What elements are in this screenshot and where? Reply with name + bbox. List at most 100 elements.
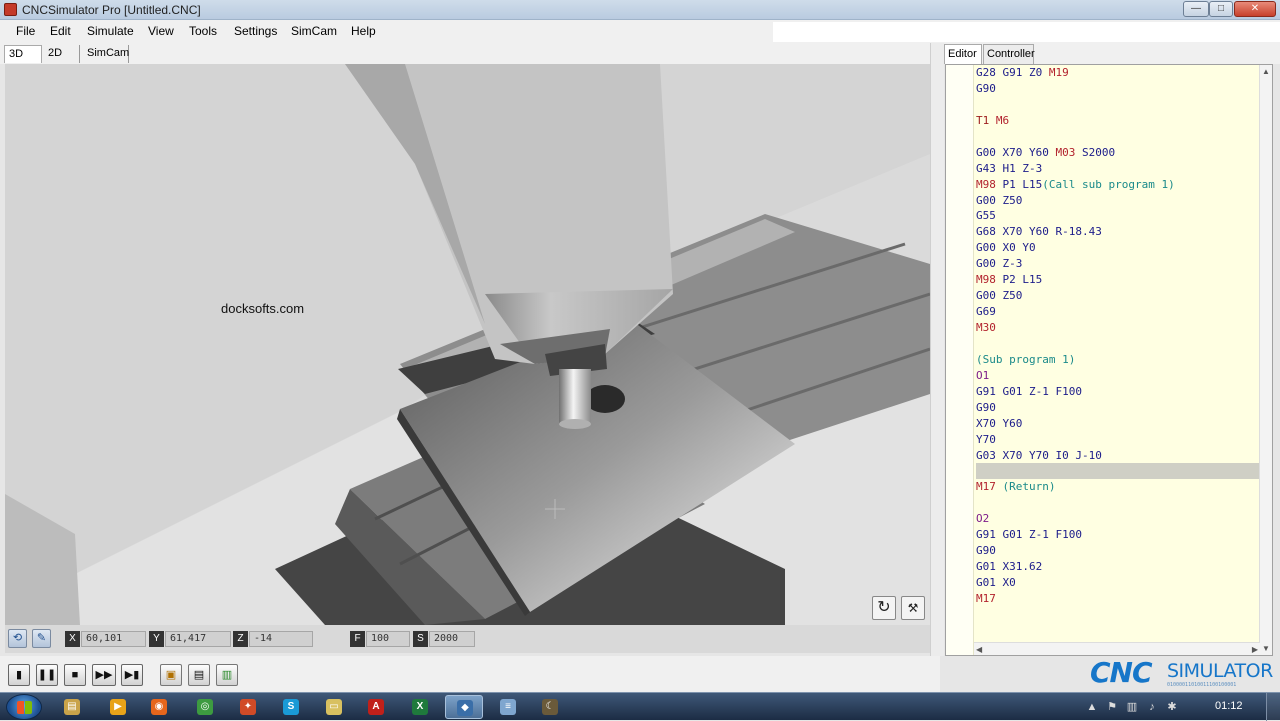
explorer-taskbar-icon[interactable]: ▤ [53, 695, 91, 719]
code-line[interactable]: G01 X0 [976, 575, 1261, 591]
code-line[interactable]: X70 Y60 [976, 416, 1261, 432]
code-line[interactable]: Y70 [976, 432, 1261, 448]
title-bar: CNCSimulator Pro [Untitled.CNC] — □ ✕ [0, 0, 1280, 20]
play-to-end-button[interactable]: ▶▮ [121, 664, 143, 686]
code-line[interactable]: M17 (Return) [976, 479, 1261, 495]
tool-1-button[interactable]: ▣ [160, 664, 182, 686]
code-line[interactable]: G01 X31.62 [976, 559, 1261, 575]
folder-taskbar-icon[interactable]: ▭ [315, 695, 353, 719]
code-line[interactable] [976, 495, 1261, 511]
cutting-tool [559, 369, 591, 424]
3d-viewport[interactable]: docksofts.com ↻ ⚒ [5, 64, 930, 625]
scroll-right-icon[interactable]: ▶ [1252, 645, 1258, 654]
code-line[interactable]: G91 G01 Z-1 F100 [976, 384, 1261, 400]
tool-3-button[interactable]: ▥ [216, 664, 238, 686]
skype-taskbar-icon[interactable]: S [272, 695, 310, 719]
step-button[interactable]: ▮ [8, 664, 30, 686]
tab-editor[interactable]: Editor [944, 44, 982, 64]
code-editor[interactable]: G28 G91 Z0 M19 G90 T1 M6 G00 X70 Y60 M03 S2… [945, 64, 1273, 656]
bluetooth-icon[interactable]: ✱ [1166, 701, 1178, 713]
minimize-button[interactable]: — [1183, 1, 1209, 17]
flag-icon[interactable]: ⚑ [1106, 701, 1118, 713]
menu-tools[interactable]: Tools [189, 24, 217, 38]
menu-edit[interactable]: Edit [50, 24, 71, 38]
code-line[interactable]: M98 P2 L15 [976, 272, 1261, 288]
firefox-taskbar-icon[interactable]: ◉ [140, 695, 178, 719]
code-line[interactable]: M30 [976, 320, 1261, 336]
show-desktop-button[interactable] [1266, 693, 1280, 721]
code-line[interactable]: T1 M6 [976, 113, 1261, 129]
code-line[interactable]: G55 [976, 208, 1261, 224]
code-line[interactable] [976, 97, 1261, 113]
code-line[interactable]: G03 X70 Y70 I0 J-10 [976, 448, 1261, 464]
code-line[interactable]: G00 Z-3 [976, 256, 1261, 272]
media-player-taskbar-icon[interactable]: ▶ [99, 695, 137, 719]
fast-forward-button[interactable]: ▶▶ [92, 664, 116, 686]
show-hidden-icons[interactable]: ▲ [1086, 701, 1098, 713]
code-line[interactable]: G00 X70 Y60 M03 S2000 [976, 145, 1261, 161]
maximize-button[interactable]: □ [1209, 1, 1233, 17]
volume-icon[interactable]: ♪ [1146, 701, 1158, 713]
horizontal-scrollbar[interactable]: ◀ ▶ [974, 642, 1260, 655]
code-line[interactable]: M17 [976, 591, 1261, 607]
coolant-button[interactable]: ⚒ [901, 596, 925, 620]
rotate-mode-icon[interactable]: ⟲ [8, 629, 27, 648]
code-line[interactable]: G28 G91 Z0 M19 [976, 65, 1261, 81]
code-line[interactable] [976, 463, 1261, 480]
code-line[interactable]: G91 G01 Z-1 F100 [976, 527, 1261, 543]
code-token: G90 [976, 81, 996, 95]
tab-controller[interactable]: Controller [983, 44, 1035, 64]
code-line[interactable]: G90 [976, 400, 1261, 416]
start-button[interactable] [6, 694, 42, 720]
code-token: P1 L15 [995, 177, 1043, 191]
code-line[interactable]: G43 H1 Z-3 [976, 161, 1261, 177]
tab-2d[interactable]: 2D [44, 45, 80, 63]
menu-view[interactable]: View [148, 24, 174, 38]
scroll-left-icon[interactable]: ◀ [976, 645, 982, 654]
code-line[interactable]: G68 X70 Y60 R-18.43 [976, 224, 1261, 240]
tool-2-button[interactable]: ▤ [188, 664, 210, 686]
reset-view-button[interactable]: ↻ [872, 596, 896, 620]
code-line[interactable]: (Sub program 1) [976, 352, 1261, 368]
code-line[interactable]: G00 X0 Y0 [976, 240, 1261, 256]
code-line[interactable]: G90 [976, 543, 1261, 559]
clock[interactable]: 01:12 [1215, 700, 1243, 712]
code-line[interactable]: G00 Z50 [976, 193, 1261, 209]
code-token: (Call sub program 1) [1042, 177, 1175, 191]
tab-simcam[interactable]: SimCam [83, 45, 129, 63]
acrobat-taskbar-icon[interactable]: A [357, 695, 395, 719]
menu-help[interactable]: Help [351, 24, 376, 38]
notepad-taskbar-icon[interactable]: ≡ [489, 695, 527, 719]
pause-button[interactable]: ❚❚ [36, 664, 58, 686]
pencil-icon[interactable]: ✎ [32, 629, 51, 648]
code-line[interactable]: O1 [976, 368, 1261, 384]
code-line[interactable] [976, 129, 1261, 145]
cncsimulator-taskbar-icon[interactable]: ◆ [445, 695, 483, 719]
network-icon[interactable]: ▥ [1126, 701, 1138, 713]
code-token: M98 [976, 273, 996, 287]
code-lines[interactable]: G28 G91 Z0 M19 G90 T1 M6 G00 X70 Y60 M03 S2… [976, 65, 1261, 607]
close-button[interactable]: ✕ [1234, 1, 1276, 17]
code-line[interactable]: G69 [976, 304, 1261, 320]
vertical-scrollbar[interactable]: ▲ ▼ [1259, 65, 1272, 655]
tab-3d[interactable]: 3D [4, 45, 42, 63]
scroll-up-icon[interactable]: ▲ [1262, 67, 1270, 76]
z-coordinate: Z -14 [233, 631, 313, 647]
menu-file[interactable]: File [16, 24, 35, 38]
panel-splitter[interactable] [930, 43, 944, 656]
menu-simcam[interactable]: SimCam [291, 24, 337, 38]
menu-simulate[interactable]: Simulate [87, 24, 134, 38]
app-taskbar-icon[interactable]: ✦ [229, 695, 267, 719]
code-line[interactable] [976, 336, 1261, 352]
excel-taskbar-icon[interactable]: X [401, 695, 439, 719]
code-line[interactable]: G90 [976, 81, 1261, 97]
menu-settings[interactable]: Settings [234, 24, 277, 38]
code-line[interactable]: M98 P1 L15(Call sub program 1) [976, 177, 1261, 193]
scroll-down-icon[interactable]: ▼ [1262, 644, 1270, 653]
unknown-taskbar-icon[interactable]: ☾ [531, 695, 569, 719]
code-line[interactable]: O2 [976, 511, 1261, 527]
stop-button[interactable]: ■ [64, 664, 86, 686]
chrome-taskbar-icon[interactable]: ◎ [186, 695, 224, 719]
code-line[interactable]: G00 Z50 [976, 288, 1261, 304]
coord-label: X [65, 631, 80, 647]
